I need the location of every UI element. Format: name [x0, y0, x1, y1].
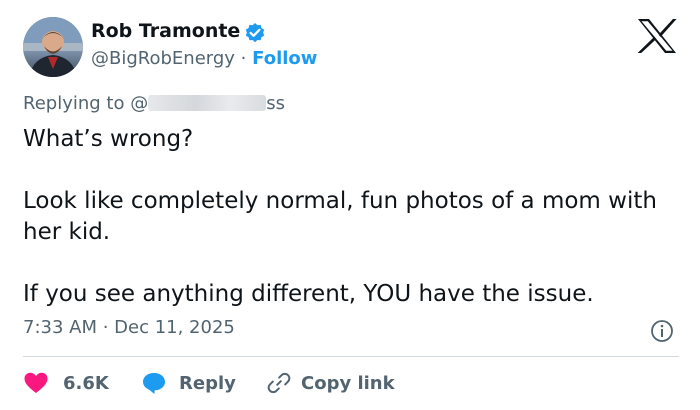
author-handle[interactable]: @BigRobEnergy: [91, 48, 235, 69]
reply-button[interactable]: Reply: [141, 368, 236, 398]
replying-to-handle-suffix: ss: [266, 93, 285, 114]
author-name[interactable]: Rob Tramonte: [91, 20, 240, 42]
tweet-paragraph: What’s wrong?: [23, 126, 194, 152]
handle-separator: ·: [240, 48, 247, 69]
tweet-card: Rob Tramonte @BigRobEnergy · Follow Repl…: [0, 0, 700, 410]
tweet-text: What’s wrong? Look like completely norma…: [23, 124, 683, 310]
follow-button[interactable]: Follow: [252, 48, 317, 69]
copy-link-label: Copy link: [301, 372, 395, 394]
like-count: 6.6K: [63, 372, 109, 394]
divider: [23, 356, 679, 357]
copy-link-button[interactable]: Copy link: [267, 368, 395, 398]
tweet-paragraph: Look like completely normal, fun photos …: [23, 188, 657, 245]
heart-icon: [24, 372, 48, 393]
replying-to: Replying to @ ss: [23, 93, 285, 114]
reply-label: Reply: [179, 372, 236, 394]
info-icon[interactable]: [650, 319, 674, 343]
like-button[interactable]: 6.6K: [23, 368, 109, 398]
author-handle-row: @BigRobEnergy · Follow: [91, 48, 317, 69]
redacted-handle: [148, 95, 267, 111]
link-icon: [267, 372, 291, 394]
reply-bubble-icon: [143, 373, 165, 394]
tweet-paragraph: If you see anything different, YOU have …: [23, 281, 594, 307]
verified-badge-icon: [245, 23, 265, 43]
replying-to-prefix: Replying to @: [23, 93, 149, 114]
avatar-image: [23, 17, 83, 77]
x-logo-icon[interactable]: [636, 18, 678, 54]
avatar[interactable]: [23, 17, 83, 77]
tweet-timestamp[interactable]: 7:33 AM · Dec 11, 2025: [23, 317, 235, 338]
